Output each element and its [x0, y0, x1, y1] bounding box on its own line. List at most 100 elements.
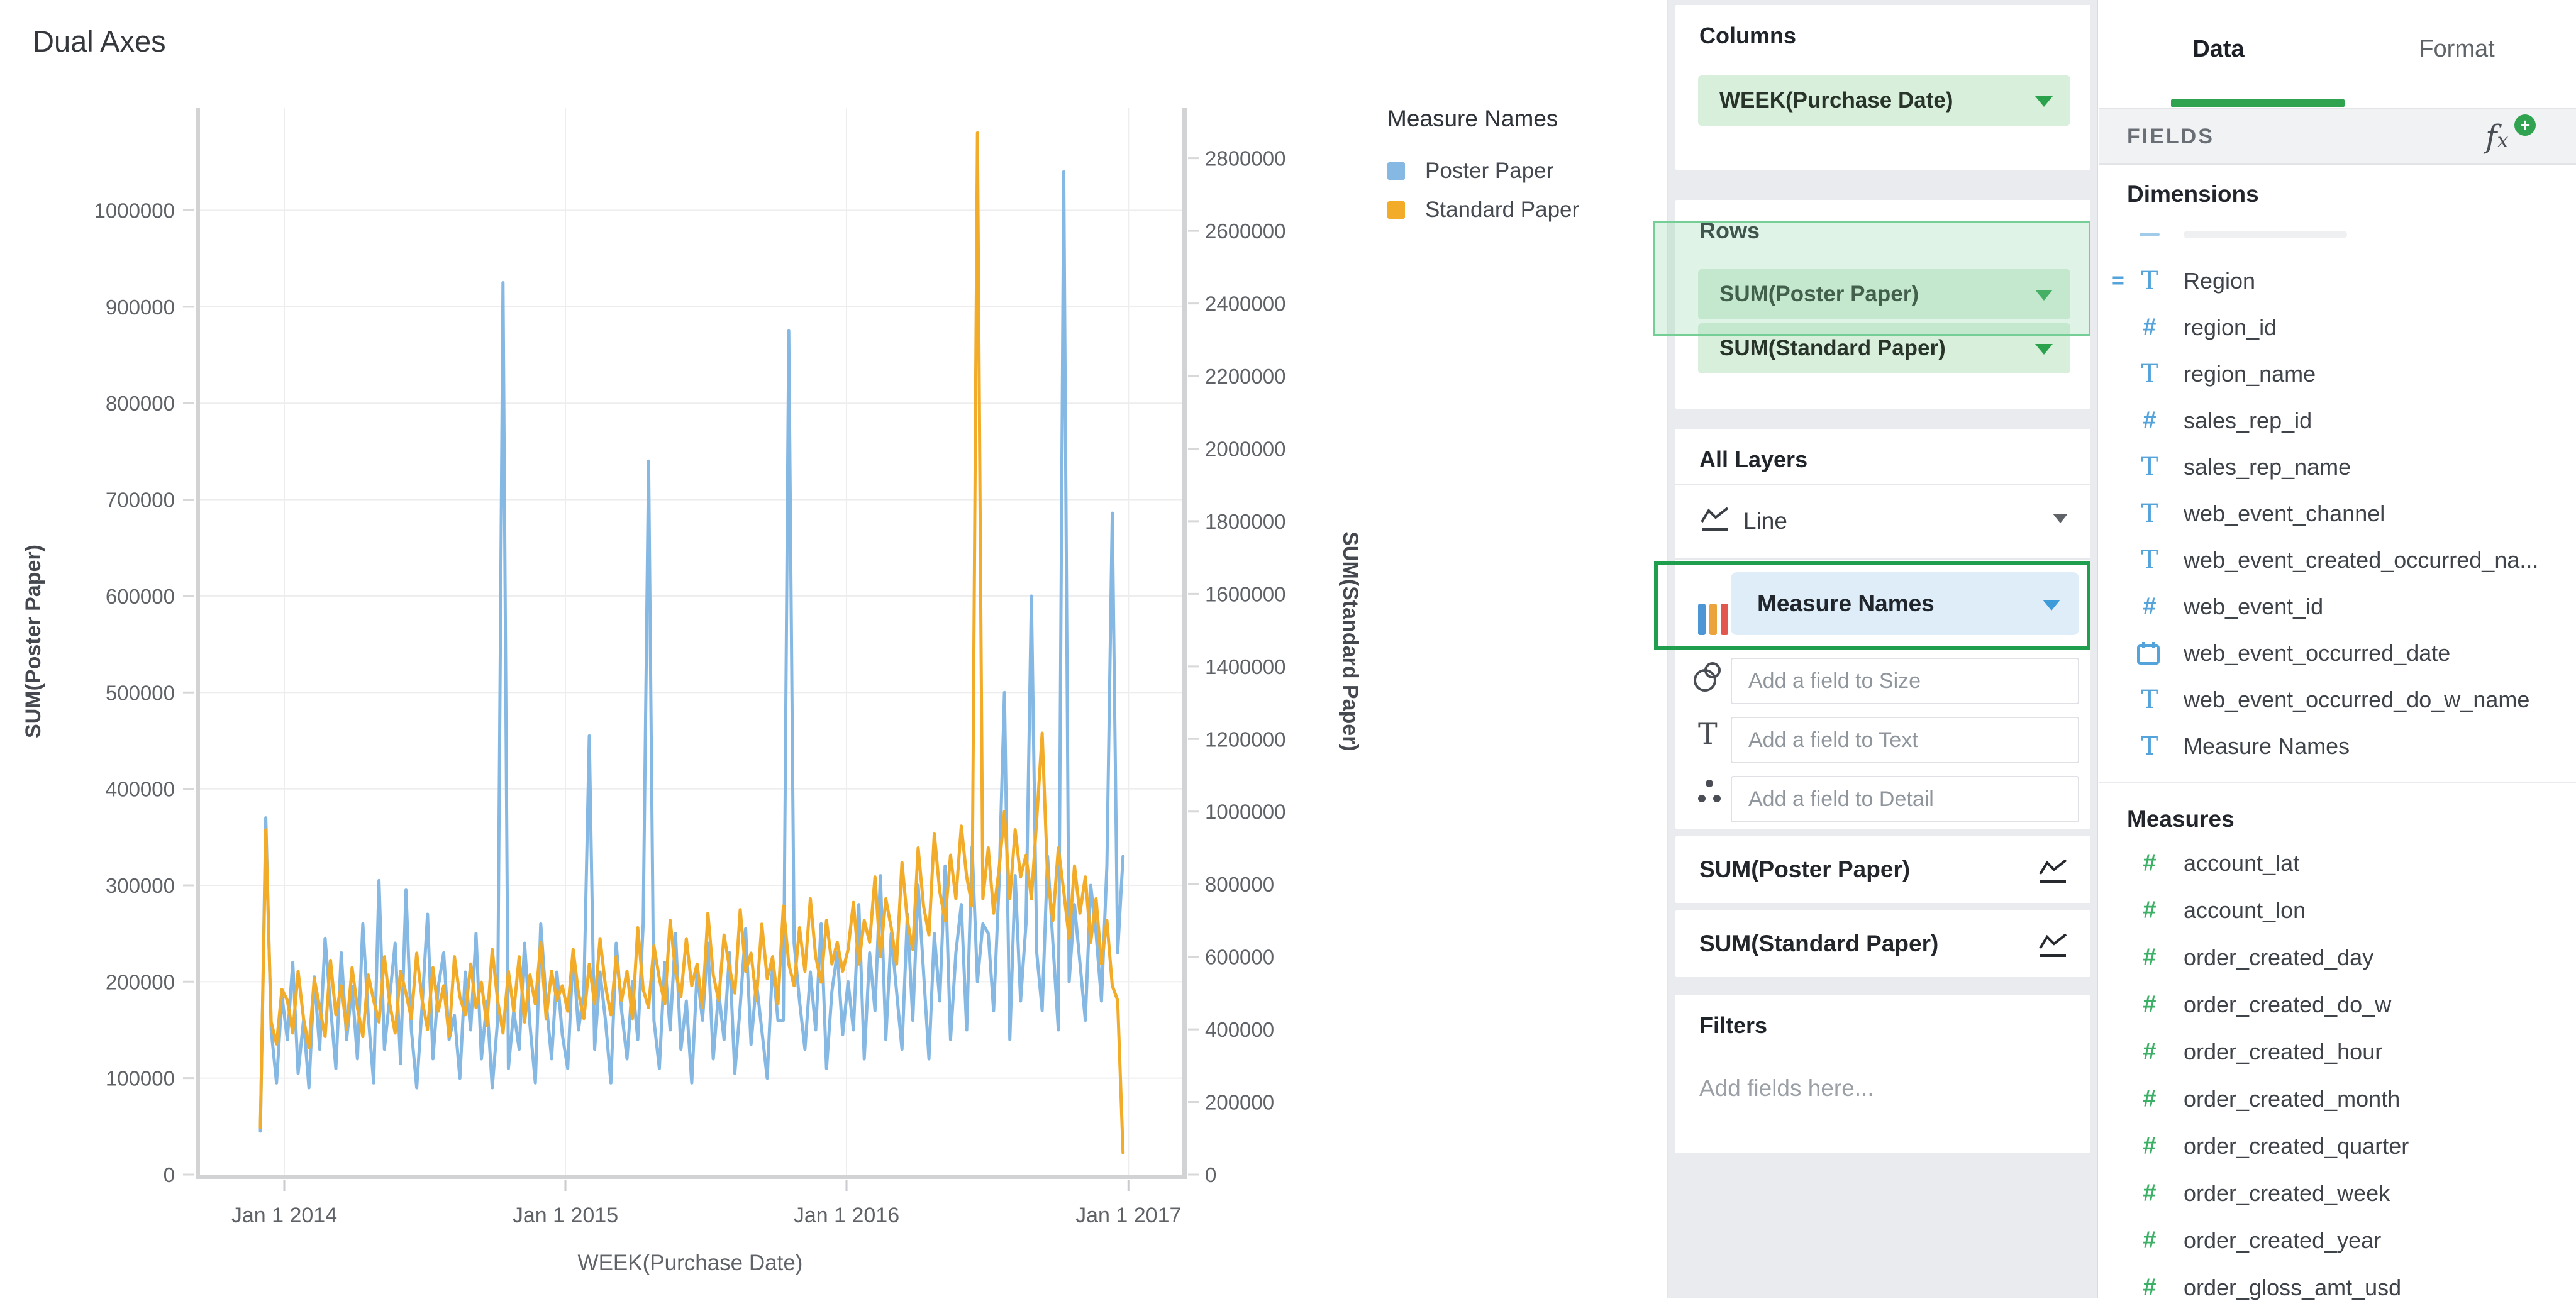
field-item-web-event-created-occurred-na-[interactable]: Tweb_event_created_occurred_na... — [2099, 537, 2576, 584]
tab-data[interactable]: Data — [2099, 0, 2338, 98]
svg-text:1000000: 1000000 — [94, 199, 175, 223]
field-item-order-created-do-w[interactable]: # order_created_do_w — [2099, 982, 2576, 1028]
field-label: order_created_quarter — [2184, 1133, 2409, 1159]
text-icon: T — [2136, 685, 2163, 714]
pill-label: WEEK(Purchase Date) — [1719, 75, 1953, 126]
filters-drop-target[interactable]: Add fields here... — [1699, 1075, 1874, 1102]
field-item-order-gloss-amt-usd[interactable]: #order_gloss_amt_usd — [2099, 1264, 2576, 1311]
field-label: order_created_week — [2184, 1180, 2390, 1207]
svg-text:Jan 1 2015: Jan 1 2015 — [513, 1203, 618, 1227]
field-item-region-name[interactable]: Tregion_name — [2099, 351, 2576, 397]
chevron-down-icon[interactable] — [2043, 600, 2060, 611]
field-label: web_event_occurred_date — [2184, 640, 2450, 667]
field-label: web_event_id — [2184, 594, 2323, 620]
field-item-web-event-occurred-date[interactable]: web_event_occurred_date — [2099, 630, 2576, 677]
mark-type-select[interactable]: Line — [1743, 508, 1787, 534]
legend-item[interactable]: Standard Paper — [1387, 197, 1652, 223]
field-item-account-lat[interactable]: #account_lat — [2099, 840, 2576, 887]
text-icon: T — [2136, 732, 2163, 761]
field-label: order_created_day — [2184, 944, 2373, 971]
svg-text:1600000: 1600000 — [1205, 582, 1285, 606]
field-item-order-created-year[interactable]: #order_created_year — [2099, 1217, 2576, 1264]
number-icon: # — [2136, 944, 2163, 971]
chevron-down-icon[interactable] — [2053, 514, 2068, 523]
svg-text:2000000: 2000000 — [1205, 437, 1285, 460]
field-item-account-lon[interactable]: #account_lon — [2099, 887, 2576, 934]
number-icon: # — [2136, 314, 2163, 341]
text-icon: T — [2136, 546, 2163, 575]
add-calculated-field-button[interactable]: fx + — [2485, 113, 2536, 161]
field-label: region_id — [2184, 314, 2277, 341]
size-encoding-icon — [1690, 655, 1728, 695]
field-item-partial[interactable] — [2099, 211, 2576, 258]
field-label: web_event_channel — [2184, 501, 2385, 527]
svg-text:1200000: 1200000 — [1205, 727, 1285, 751]
svg-text:2200000: 2200000 — [1205, 365, 1285, 388]
layer-field-sum-poster-paper[interactable]: SUM(Poster Paper) — [1675, 836, 2090, 903]
columns-shelf-header: Columns — [1699, 23, 1796, 49]
calculated-field-icon: = — [2112, 269, 2124, 294]
field-label: Region — [2184, 268, 2255, 294]
number-icon: # — [2136, 1180, 2163, 1207]
app-window: Dual Axes 010000020000030000040000050000… — [0, 0, 2576, 1298]
detail-encoding-icon — [1698, 778, 1723, 806]
field-item-order-created-hour[interactable]: #order_created_hour — [2099, 1029, 2576, 1075]
field-item-sales-rep-id[interactable]: # sales_rep_id — [2099, 397, 2576, 444]
chevron-down-icon[interactable] — [2035, 344, 2053, 355]
field-item-region[interactable]: = T Region — [2099, 258, 2576, 304]
field-label: Measure Names — [2184, 733, 2350, 760]
field-item-measure-names[interactable]: T Measure Names — [2099, 723, 2576, 770]
legend-swatch — [1387, 201, 1405, 219]
svg-text:1800000: 1800000 — [1205, 510, 1285, 533]
active-tab-indicator — [2171, 99, 2345, 107]
columns-shelf: Columns WEEK(Purchase Date) — [1675, 5, 2090, 170]
tab-format[interactable]: Format — [2338, 0, 2576, 98]
number-icon: # — [2136, 992, 2163, 1019]
columns-pill-week-purchase-date[interactable]: WEEK(Purchase Date) — [1698, 75, 2070, 126]
legend-label: Poster Paper — [1425, 158, 1553, 184]
svg-text:WEEK(Purchase Date): WEEK(Purchase Date) — [578, 1251, 803, 1275]
field-item-web-event-occurred-do-w-name[interactable]: Tweb_event_occurred_do_w_name — [2099, 677, 2576, 723]
text-field-input[interactable] — [1731, 717, 2079, 763]
all-layers-header: All Layers — [1699, 446, 1807, 473]
svg-text:400000: 400000 — [1205, 1018, 1274, 1041]
section-divider — [2099, 782, 2576, 783]
plus-icon: + — [2514, 114, 2536, 136]
svg-text:300000: 300000 — [106, 874, 175, 897]
field-item-order-created-day[interactable]: # order_created_day — [2099, 934, 2576, 981]
text-icon: T — [2136, 267, 2163, 296]
field-item-region-id[interactable]: # region_id — [2099, 304, 2576, 351]
field-item-order-created-week[interactable]: # order_created_week — [2099, 1170, 2576, 1217]
layer-field-sum-standard-paper[interactable]: SUM(Standard Paper) — [1675, 910, 2090, 977]
legend-title: Measure Names — [1387, 106, 1652, 132]
svg-text:2800000: 2800000 — [1205, 147, 1285, 170]
line-chart-icon — [1699, 504, 1731, 533]
svg-text:SUM(Standard Paper): SUM(Standard Paper) — [1338, 531, 1362, 751]
svg-text:600000: 600000 — [1205, 946, 1274, 969]
detail-field-input[interactable] — [1731, 776, 2079, 822]
svg-text:600000: 600000 — [106, 585, 175, 608]
field-label: sales_rep_id — [2184, 407, 2312, 434]
size-field-input[interactable] — [1731, 658, 2079, 704]
svg-text:2400000: 2400000 — [1205, 292, 1285, 316]
text-icon: T — [2136, 453, 2163, 482]
field-item-order-created-month[interactable]: #order_created_month — [2099, 1076, 2576, 1122]
svg-text:200000: 200000 — [1205, 1091, 1274, 1114]
svg-text:800000: 800000 — [1205, 873, 1274, 896]
field-label: order_created_month — [2184, 1086, 2400, 1112]
svg-text:800000: 800000 — [106, 392, 175, 415]
number-icon: # — [2136, 407, 2163, 434]
svg-text:200000: 200000 — [106, 970, 175, 993]
calendar-icon — [2136, 640, 2163, 667]
dash-icon — [2136, 229, 2163, 240]
measures-header: Measures — [2127, 806, 2235, 833]
field-item-sales-rep-name[interactable]: Tsales_rep_name — [2099, 444, 2576, 490]
color-pill-measure-names[interactable]: Measure Names — [1731, 572, 2079, 635]
field-item-web-event-channel[interactable]: Tweb_event_channel — [2099, 490, 2576, 537]
field-item-order-created-quarter[interactable]: #order_created_quarter — [2099, 1123, 2576, 1170]
chevron-down-icon[interactable] — [2035, 96, 2053, 107]
field-label: order_created_do_w — [2184, 992, 2391, 1018]
svg-text:100000: 100000 — [106, 1067, 175, 1090]
legend-item[interactable]: Poster Paper — [1387, 158, 1652, 184]
field-item-web-event-id[interactable]: #web_event_id — [2099, 584, 2576, 630]
